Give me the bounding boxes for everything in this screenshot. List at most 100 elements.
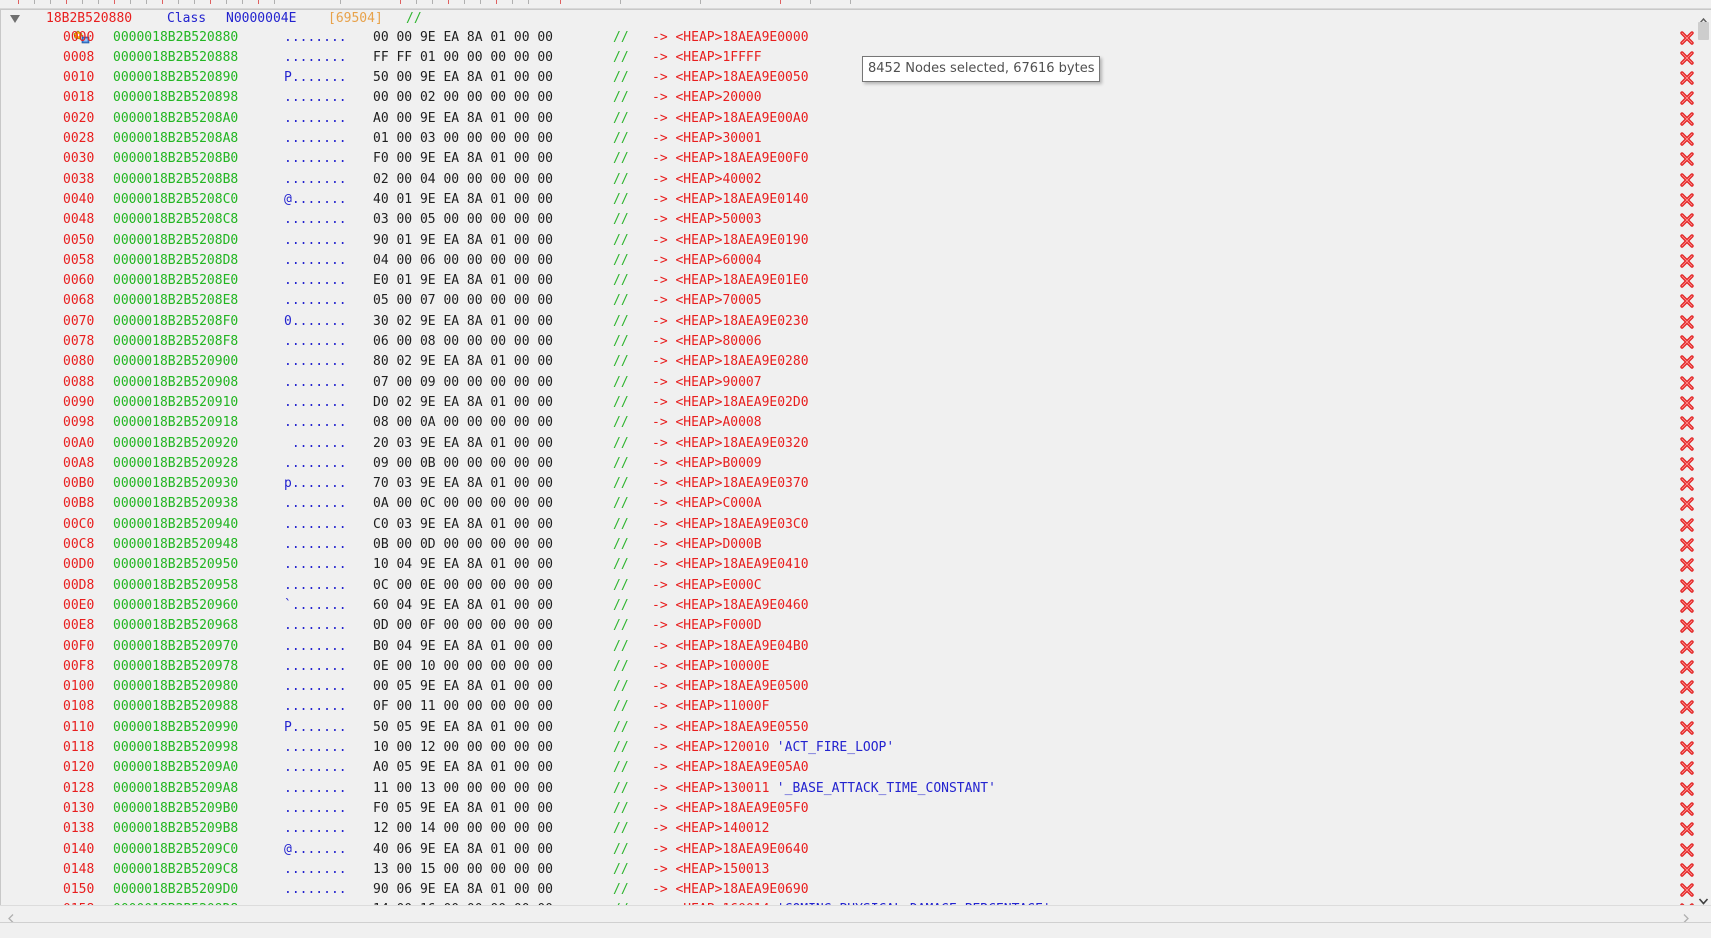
node-comment[interactable]: // bbox=[613, 49, 629, 67]
delete-node-icon[interactable] bbox=[1679, 212, 1695, 228]
delete-node-icon[interactable] bbox=[1679, 476, 1695, 492]
triangle-down-icon[interactable] bbox=[9, 10, 21, 28]
node-row[interactable]: 0128 0000018B2B5209A8........ 11 00 13 00 … bbox=[1, 780, 1701, 798]
node-row[interactable]: 0130 0000018B2B5209B0........ F0 05 9E EA … bbox=[1, 800, 1701, 818]
node-row[interactable]: 00E0 0000018B2B520960 `....... 60 04 9E EA … bbox=[1, 597, 1701, 615]
delete-node-icon[interactable] bbox=[1679, 131, 1695, 147]
node-comment[interactable]: // bbox=[613, 820, 629, 838]
node-row[interactable]: 0030 0000018B2B5208B0........ F0 00 9E EA … bbox=[1, 150, 1701, 168]
node-comment[interactable]: // bbox=[613, 374, 629, 392]
delete-node-icon[interactable] bbox=[1679, 456, 1695, 472]
node-row[interactable]: 00C0 0000018B2B520940........ C0 03 9E EA … bbox=[1, 516, 1701, 534]
delete-node-icon[interactable] bbox=[1679, 821, 1695, 837]
delete-node-icon[interactable] bbox=[1679, 557, 1695, 573]
node-comment[interactable]: // bbox=[613, 333, 629, 351]
delete-node-icon[interactable] bbox=[1679, 50, 1695, 66]
delete-node-icon[interactable] bbox=[1679, 496, 1695, 512]
node-row[interactable]: 00F8 0000018B2B520978........ 0E 00 10 00 … bbox=[1, 658, 1701, 676]
node-comment[interactable]: // bbox=[613, 536, 629, 554]
delete-node-icon[interactable] bbox=[1679, 90, 1695, 106]
scroll-right-arrow-icon[interactable] bbox=[1681, 909, 1691, 923]
node-row[interactable]: 0038 0000018B2B5208B8........ 02 00 04 00 … bbox=[1, 171, 1701, 189]
node-row[interactable]: 0148 0000018B2B5209C8........ 13 00 15 00 … bbox=[1, 861, 1701, 879]
node-comment[interactable]: // bbox=[613, 394, 629, 412]
delete-node-icon[interactable] bbox=[1679, 70, 1695, 86]
delete-node-icon[interactable] bbox=[1679, 30, 1695, 46]
delete-node-icon[interactable] bbox=[1679, 882, 1695, 898]
delete-node-icon[interactable] bbox=[1679, 598, 1695, 614]
node-comment[interactable]: // bbox=[613, 678, 629, 696]
node-row[interactable]: 0100 0000018B2B520980........ 00 05 9E EA … bbox=[1, 678, 1701, 696]
delete-node-icon[interactable] bbox=[1679, 192, 1695, 208]
delete-node-icon[interactable] bbox=[1679, 233, 1695, 249]
node-comment[interactable]: // bbox=[613, 232, 629, 250]
node-comment[interactable]: // bbox=[613, 800, 629, 818]
node-row[interactable]: 0000 0000018B2B520880........ 00 00 9E EA … bbox=[1, 29, 1701, 47]
delete-node-icon[interactable] bbox=[1679, 273, 1695, 289]
node-comment[interactable]: // bbox=[613, 150, 629, 168]
node-comment[interactable]: // bbox=[613, 698, 629, 716]
node-comment[interactable]: // bbox=[613, 29, 629, 47]
delete-node-icon[interactable] bbox=[1679, 151, 1695, 167]
node-comment[interactable]: // bbox=[613, 881, 629, 899]
node-comment[interactable]: // bbox=[613, 638, 629, 656]
node-comment[interactable]: // bbox=[613, 495, 629, 513]
delete-node-icon[interactable] bbox=[1679, 679, 1695, 695]
node-comment[interactable]: // bbox=[613, 658, 629, 676]
node-row[interactable]: 0150 0000018B2B5209D0........ 90 06 9E EA … bbox=[1, 881, 1701, 899]
node-comment[interactable]: // bbox=[613, 759, 629, 777]
delete-node-icon[interactable] bbox=[1679, 639, 1695, 655]
node-comment[interactable]: // bbox=[613, 353, 629, 371]
delete-node-icon[interactable] bbox=[1679, 375, 1695, 391]
node-comment[interactable]: // bbox=[613, 617, 629, 635]
node-row[interactable]: 0040 0000018B2B5208C0 @....... 40 01 9E EA … bbox=[1, 191, 1701, 209]
delete-node-icon[interactable] bbox=[1679, 781, 1695, 797]
delete-node-icon[interactable] bbox=[1679, 293, 1695, 309]
node-comment[interactable]: // bbox=[613, 110, 629, 128]
node-row[interactable]: 0118 0000018B2B520998........ 10 00 12 00 … bbox=[1, 739, 1701, 757]
delete-node-icon[interactable] bbox=[1679, 517, 1695, 533]
node-comment[interactable]: // bbox=[613, 292, 629, 310]
delete-node-icon[interactable] bbox=[1679, 578, 1695, 594]
delete-node-icon[interactable] bbox=[1679, 659, 1695, 675]
node-row[interactable]: 0020 0000018B2B5208A0........ A0 00 9E EA … bbox=[1, 110, 1701, 128]
class-comment[interactable]: // bbox=[406, 10, 422, 28]
node-row[interactable]: 00B0 0000018B2B520930 p....... 70 03 9E EA … bbox=[1, 475, 1701, 493]
node-row[interactable]: 0138 0000018B2B5209B8........ 12 00 14 00 … bbox=[1, 820, 1701, 838]
delete-node-icon[interactable] bbox=[1679, 395, 1695, 411]
node-comment[interactable]: // bbox=[613, 89, 629, 107]
node-row[interactable]: 0098 0000018B2B520918........ 08 00 0A 00 … bbox=[1, 414, 1701, 432]
delete-node-icon[interactable] bbox=[1679, 801, 1695, 817]
node-row[interactable]: 0110 0000018B2B520990 P....... 50 05 9E EA … bbox=[1, 719, 1701, 737]
node-comment[interactable]: // bbox=[613, 719, 629, 737]
delete-node-icon[interactable] bbox=[1679, 760, 1695, 776]
scroll-thumb[interactable] bbox=[1698, 22, 1709, 40]
node-comment[interactable]: // bbox=[613, 313, 629, 331]
delete-node-icon[interactable] bbox=[1679, 172, 1695, 188]
node-row[interactable]: 00A8 0000018B2B520928........ 09 00 0B 00 … bbox=[1, 455, 1701, 473]
delete-node-icon[interactable] bbox=[1679, 618, 1695, 634]
node-comment[interactable]: // bbox=[613, 414, 629, 432]
node-row[interactable]: 0068 0000018B2B5208E8........ 05 00 07 00 … bbox=[1, 292, 1701, 310]
delete-node-icon[interactable] bbox=[1679, 314, 1695, 330]
node-row[interactable]: 0008 0000018B2B520888........ FF FF 01 00 … bbox=[1, 49, 1701, 67]
node-row[interactable]: 00A0 0000018B2B520920 ....... 20 03 9E EA … bbox=[1, 435, 1701, 453]
memory-tree-view[interactable]: 18B2B520880 Class N0000004E [69504] // 0… bbox=[0, 9, 1711, 922]
node-row[interactable]: 0140 0000018B2B5209C0 @....... 40 06 9E EA … bbox=[1, 841, 1701, 859]
node-comment[interactable]: // bbox=[613, 69, 629, 87]
node-row[interactable]: 00D8 0000018B2B520958........ 0C 00 0E 00 … bbox=[1, 577, 1701, 595]
node-row[interactable]: 0060 0000018B2B5208E0........ E0 01 9E EA … bbox=[1, 272, 1701, 290]
node-comment[interactable]: // bbox=[613, 556, 629, 574]
node-row[interactable]: 0048 0000018B2B5208C8........ 03 00 05 00 … bbox=[1, 211, 1701, 229]
node-row[interactable]: 0120 0000018B2B5209A0........ A0 05 9E EA … bbox=[1, 759, 1701, 777]
vertical-scrollbar[interactable] bbox=[1696, 10, 1711, 905]
node-comment[interactable]: // bbox=[613, 171, 629, 189]
node-row[interactable]: 0080 0000018B2B520900........ 80 02 9E EA … bbox=[1, 353, 1701, 371]
node-row[interactable]: 00C8 0000018B2B520948........ 0B 00 0D 00 … bbox=[1, 536, 1701, 554]
node-row[interactable]: 0050 0000018B2B5208D0........ 90 01 9E EA … bbox=[1, 232, 1701, 250]
delete-node-icon[interactable] bbox=[1679, 334, 1695, 350]
node-comment[interactable]: // bbox=[613, 841, 629, 859]
delete-node-icon[interactable] bbox=[1679, 699, 1695, 715]
node-comment[interactable]: // bbox=[613, 597, 629, 615]
node-row[interactable]: 0058 0000018B2B5208D8........ 04 00 06 00 … bbox=[1, 252, 1701, 270]
